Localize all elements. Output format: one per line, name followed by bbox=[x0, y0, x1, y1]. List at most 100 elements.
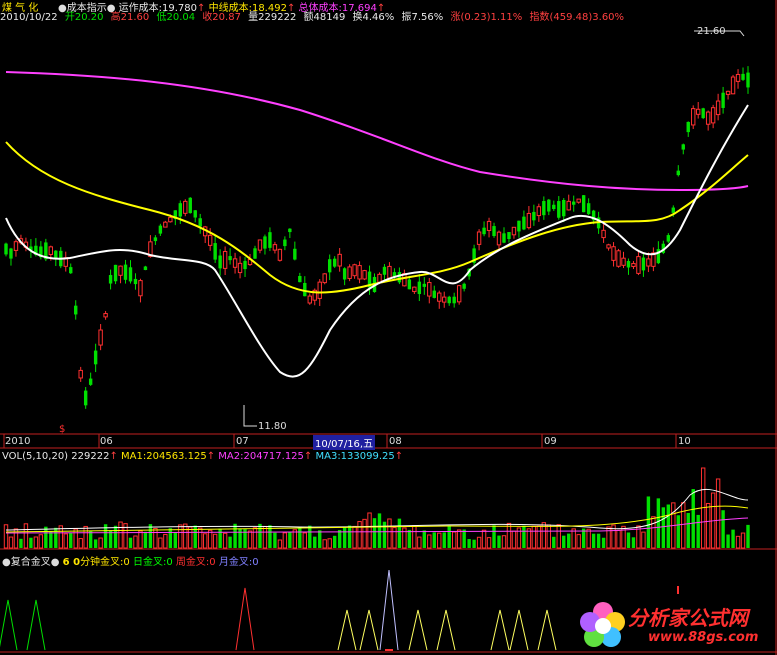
volume-bar-down bbox=[552, 536, 556, 548]
volume-bar-up bbox=[651, 516, 656, 549]
volume-bar-down bbox=[442, 532, 446, 548]
signal-60min-spike bbox=[337, 609, 357, 651]
low-marker-line bbox=[243, 405, 257, 427]
volume-bar-up bbox=[641, 531, 646, 549]
candle-up bbox=[621, 257, 626, 266]
volume-bar-down bbox=[631, 537, 636, 548]
candle-up bbox=[347, 266, 352, 279]
candle-up bbox=[715, 100, 721, 116]
volume-bar-up bbox=[277, 539, 283, 549]
volume-bar-down bbox=[93, 539, 98, 548]
ma-long-line bbox=[5, 71, 749, 192]
volume-bar-up bbox=[23, 523, 29, 549]
volume-bar-down bbox=[596, 533, 601, 548]
signal-week-spike bbox=[235, 587, 255, 651]
candle-down bbox=[422, 283, 427, 287]
candle-down bbox=[562, 199, 566, 217]
candle-down bbox=[253, 248, 257, 259]
candle-up bbox=[476, 231, 482, 245]
candle-down bbox=[492, 226, 496, 237]
volume-title: VOL(5,10,20) bbox=[2, 451, 69, 462]
signal-header: ●复合金叉● 6 0分钟金叉:0 日金叉:0 周金叉:0 月金叉:0 bbox=[2, 553, 259, 568]
volume-bar-up bbox=[322, 539, 327, 549]
volume-bar-down bbox=[467, 539, 471, 548]
volume-bar-up bbox=[153, 528, 158, 549]
volume-bar-up bbox=[73, 528, 78, 549]
volume-bar-up bbox=[486, 537, 492, 549]
volume-bar-down bbox=[691, 489, 695, 548]
volume-bar-down bbox=[228, 536, 232, 548]
candle-down bbox=[666, 235, 671, 242]
volume-bar-down bbox=[193, 525, 197, 548]
volume-bar-up bbox=[616, 529, 621, 549]
signal-week: 周金叉:0 bbox=[175, 557, 216, 568]
candle-up bbox=[696, 108, 701, 115]
candle-down bbox=[54, 250, 58, 259]
volume-bar-up bbox=[202, 533, 208, 549]
candle-down bbox=[522, 216, 526, 230]
candle-down bbox=[108, 275, 113, 284]
volume-bar-up bbox=[715, 478, 721, 549]
candle-up bbox=[78, 369, 83, 379]
volume-bar-up bbox=[367, 512, 372, 549]
volume-bar-up bbox=[198, 527, 203, 549]
axis-label-06: 06 bbox=[100, 436, 113, 447]
candle-down bbox=[552, 204, 556, 210]
high-price-marker: 21.60 bbox=[697, 26, 726, 37]
candle-down bbox=[228, 256, 232, 261]
candle-up bbox=[412, 286, 417, 293]
signal-day: 日金叉:0 bbox=[132, 557, 173, 568]
volume-bar-up bbox=[118, 521, 123, 549]
up-arrow-icon: ↑ bbox=[206, 451, 216, 462]
volume-bar-up bbox=[352, 525, 357, 549]
candle-down bbox=[502, 233, 506, 243]
volume-bar-down bbox=[258, 523, 262, 548]
candle-down bbox=[572, 201, 576, 205]
candle-down bbox=[213, 243, 217, 260]
candle-up bbox=[496, 231, 502, 246]
candle-down bbox=[532, 211, 536, 221]
candle-down bbox=[686, 121, 690, 133]
candle-up bbox=[611, 246, 616, 261]
volume-bar-down bbox=[113, 525, 118, 548]
candle-up bbox=[387, 265, 392, 279]
volume-bar-down bbox=[497, 535, 501, 548]
candle-down bbox=[482, 227, 486, 235]
volume-bar-up bbox=[531, 525, 537, 549]
candle-up bbox=[307, 295, 312, 304]
volume-bar-up bbox=[178, 524, 183, 549]
candle-up bbox=[13, 241, 19, 251]
volume-bar-up bbox=[8, 536, 14, 549]
candle-down bbox=[158, 225, 163, 234]
volume-bar-up bbox=[207, 529, 213, 549]
candle-up bbox=[322, 273, 327, 284]
candle-up bbox=[526, 212, 532, 229]
candle-down bbox=[188, 197, 192, 214]
signal-title: 复合金叉 bbox=[10, 557, 51, 568]
volume-bar-up bbox=[402, 527, 407, 549]
volume-bar-up bbox=[38, 534, 44, 549]
volume-bar-down bbox=[19, 538, 23, 548]
candle-up bbox=[222, 251, 228, 269]
candle-down bbox=[462, 283, 466, 289]
volume-bar-up bbox=[506, 522, 512, 549]
volume-bar-down bbox=[661, 507, 666, 548]
candle-down bbox=[626, 260, 631, 268]
candle-down bbox=[178, 203, 182, 217]
volume-bar-up bbox=[252, 527, 258, 549]
volume-bar-down bbox=[377, 513, 382, 548]
volume-bar-down bbox=[447, 525, 451, 548]
candle-up bbox=[705, 111, 711, 125]
candle-down bbox=[557, 201, 561, 218]
volume-ma2: MA2:204717.125 bbox=[218, 451, 304, 462]
candle-down bbox=[452, 296, 456, 304]
candle-up bbox=[317, 281, 322, 299]
signal-min60: 分钟金叉:0 bbox=[80, 557, 130, 568]
volume-bar-down bbox=[562, 535, 566, 548]
volume-bar-up bbox=[98, 537, 103, 549]
volume-bar-down bbox=[522, 525, 526, 548]
candle-down bbox=[293, 248, 297, 260]
candle-up bbox=[437, 292, 442, 302]
candle-down bbox=[128, 267, 133, 282]
signal-60min-spike bbox=[490, 609, 510, 651]
